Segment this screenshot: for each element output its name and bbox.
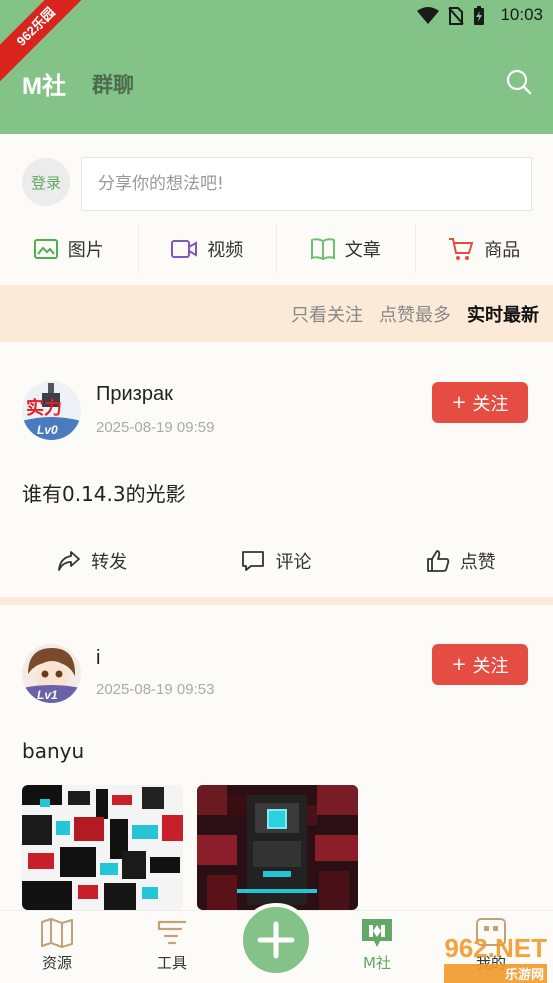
status-icons (417, 6, 485, 26)
follow-label: 关注 (472, 393, 509, 415)
app-header: 10:03 962乐园 M社 群聊 (0, 0, 553, 134)
username[interactable]: Призрак (96, 383, 173, 406)
filter-most-liked[interactable]: 点赞最多 (379, 301, 451, 327)
post-type-label: 文章 (344, 240, 381, 261)
comment-button[interactable]: 评论 (184, 541, 368, 581)
image-icon (33, 239, 58, 259)
post-composer: 登录 图片 视频 文章 商品 (0, 134, 553, 284)
feed-post: Lv1 i 2025-08-19 09:53 + 关注 banyu (0, 605, 553, 910)
follow-button[interactable]: + 关注 (432, 644, 528, 685)
post-type-label: 视频 (207, 240, 244, 261)
feed-filter-bar: 只看关注 点赞最多 实时最新 (0, 285, 553, 342)
post-type-label: 商品 (484, 240, 521, 261)
video-icon (171, 240, 198, 258)
wifi-icon (417, 7, 439, 24)
post-image[interactable] (197, 785, 358, 910)
share-input[interactable] (81, 157, 532, 211)
create-post-button[interactable] (239, 903, 313, 977)
avatar[interactable]: Lv1 (22, 644, 81, 703)
battery-icon (474, 6, 484, 25)
cart-icon (449, 238, 474, 260)
avatar[interactable]: 实力 Lv0 (22, 381, 81, 440)
like-button[interactable]: 点赞 (369, 541, 553, 581)
svg-text:实力: 实力 (26, 397, 62, 419)
post-time: 2025-08-19 09:53 (96, 681, 215, 698)
like-label: 点赞 (459, 552, 496, 573)
post-text: 谁有0.14.3的光影 (22, 482, 186, 506)
site-watermark: 962.NET 乐游网 (444, 933, 547, 983)
plus-icon: + (451, 392, 467, 413)
share-label: 转发 (91, 552, 128, 573)
nav-item-tools[interactable]: 工具 (142, 917, 202, 973)
post-image[interactable] (22, 785, 183, 910)
m-community-icon (362, 919, 392, 947)
map-icon (41, 918, 73, 948)
post-images (22, 785, 358, 910)
post-type-video[interactable]: 视频 (139, 224, 277, 274)
filter-following[interactable]: 只看关注 (291, 301, 363, 327)
tools-icon (157, 920, 187, 945)
comment-icon (242, 551, 265, 571)
post-type-article[interactable]: 文章 (277, 224, 416, 274)
thumbs-up-icon (426, 550, 450, 572)
comment-label: 评论 (275, 552, 312, 573)
share-button[interactable]: 转发 (0, 541, 184, 581)
post-divider (0, 597, 553, 605)
no-sim-icon (448, 7, 464, 25)
nav-item-m-community[interactable]: M社 (347, 917, 407, 973)
follow-button[interactable]: + 关注 (432, 382, 528, 423)
share-icon (58, 551, 81, 571)
post-actions: 转发 评论 点赞 (0, 541, 553, 581)
post-type-bar: 图片 视频 文章 商品 (0, 224, 553, 274)
post-type-label: 图片 (67, 240, 104, 261)
level-badge: Lv1 (37, 688, 58, 702)
nav-item-resources[interactable]: 资源 (27, 917, 87, 973)
feed-post: 实力 Lv0 Призрак 2025-08-19 09:59 + 关注 谁有0… (0, 343, 553, 597)
book-icon (310, 238, 335, 260)
nav-label: 资源 (41, 954, 72, 972)
follow-label: 关注 (472, 655, 509, 677)
level-badge: Lv0 (37, 423, 58, 437)
post-text: banyu (22, 739, 85, 763)
status-time: 10:03 (500, 5, 543, 24)
filter-latest[interactable]: 实时最新 (467, 301, 539, 327)
nav-label: 工具 (156, 954, 187, 972)
search-icon[interactable] (505, 68, 533, 96)
post-time: 2025-08-19 09:59 (96, 419, 215, 436)
bottom-nav: 资源 工具 M社 我的 962.NET 乐游网 (0, 903, 553, 983)
post-type-image[interactable]: 图片 (0, 224, 139, 274)
status-bar: 10:03 (0, 0, 553, 32)
login-button[interactable]: 登录 (22, 158, 70, 206)
plus-icon (257, 921, 295, 959)
nav-label: M社 (363, 954, 391, 972)
username[interactable]: i (96, 647, 100, 670)
page-title: M社 (22, 73, 66, 100)
plus-icon: + (451, 654, 467, 675)
post-type-product[interactable]: 商品 (416, 224, 553, 274)
tab-group-chat[interactable]: 群聊 (92, 69, 134, 99)
